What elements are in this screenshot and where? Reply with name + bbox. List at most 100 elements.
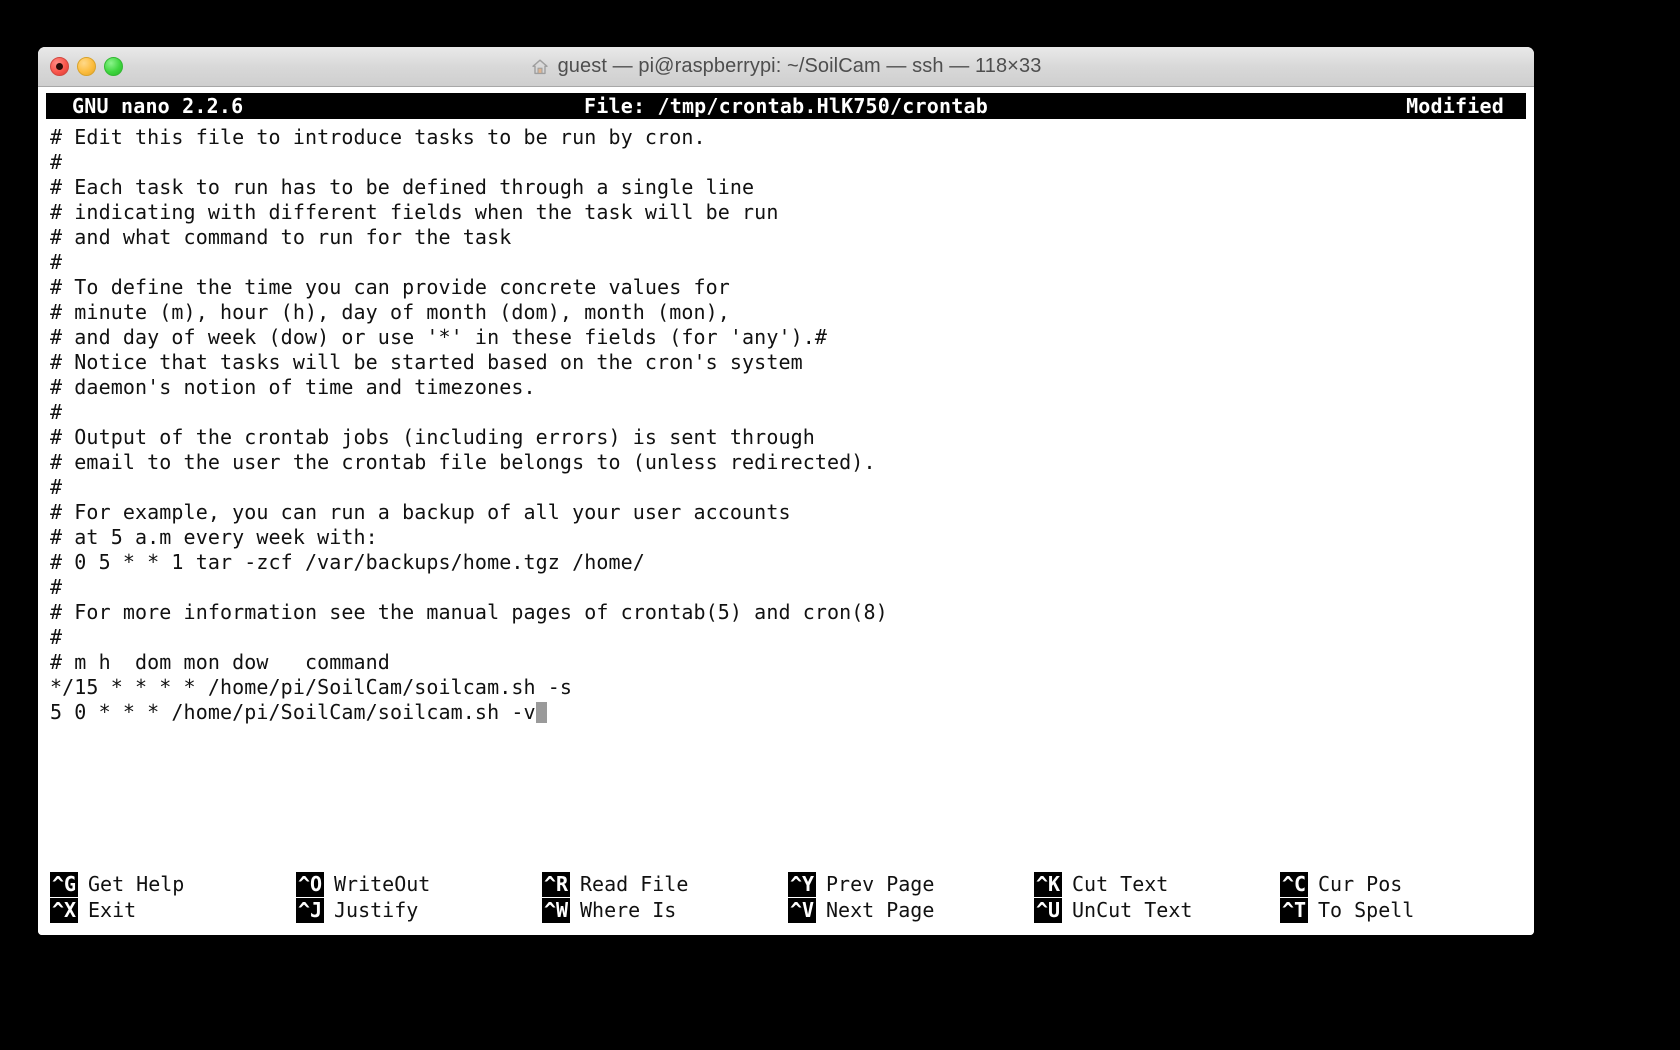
editor-line[interactable]: #: [46, 575, 1526, 600]
editor-line[interactable]: #: [46, 625, 1526, 650]
nano-shortcut-bar: ^G Get Help ^X Exit ^O WriteOut ^J Justify ^R Rea…: [46, 869, 1526, 927]
shortcut-prev-page[interactable]: ^Y Prev Page: [788, 871, 1034, 897]
editor-line-text: # and day of week (dow) or use '*' in th…: [50, 325, 828, 349]
shortcut-key: ^G: [50, 871, 78, 897]
editor-line[interactable]: # Each task to run has to be defined thr…: [46, 175, 1526, 200]
shortcut-get-help[interactable]: ^G Get Help: [50, 871, 296, 897]
editor-line[interactable]: # Edit this file to introduce tasks to b…: [46, 125, 1526, 150]
editor-line[interactable]: #: [46, 475, 1526, 500]
editor-line[interactable]: # Output of the crontab jobs (including …: [46, 425, 1526, 450]
editor-line[interactable]: # email to the user the crontab file bel…: [46, 450, 1526, 475]
text-cursor: [535, 702, 547, 723]
editor-line[interactable]: # m h dom mon dow command: [46, 650, 1526, 675]
editor-line[interactable]: #: [46, 150, 1526, 175]
shortcut-column: ^C Cur Pos ^T To Spell: [1280, 871, 1526, 923]
terminal-frame: GNU nano 2.2.6 File: /tmp/crontab.HlK750…: [38, 87, 1534, 935]
editor-line-text: # For example, you can run a backup of a…: [50, 500, 791, 524]
shortcut-label: Justify: [334, 898, 419, 922]
editor-line-text: 5 0 * * * /home/pi/SoilCam/soilcam.sh -v: [50, 700, 536, 724]
editor-line-text: #: [50, 625, 63, 649]
shortcut-key: ^Y: [788, 871, 816, 897]
editor-line-text: # 0 5 * * 1 tar -zcf /var/backups/home.t…: [50, 550, 645, 574]
shortcut-label: Where Is: [580, 898, 677, 922]
editor-line-text: # Output of the crontab jobs (including …: [50, 425, 815, 449]
nano-status-bar: GNU nano 2.2.6 File: /tmp/crontab.HlK750…: [46, 93, 1526, 119]
editor-line-text: #: [50, 400, 63, 424]
shortcut-key: ^O: [296, 871, 324, 897]
shortcut-column: ^K Cut Text ^U UnCut Text: [1034, 871, 1280, 923]
editor-line-text: # and what command to run for the task: [50, 225, 512, 249]
editor-line-text: # daemon's notion of time and timezones.: [50, 375, 536, 399]
editor-line-text: #: [50, 250, 63, 274]
shortcut-key: ^W: [542, 897, 570, 923]
editor-line[interactable]: 5 0 * * * /home/pi/SoilCam/soilcam.sh -v: [46, 700, 1526, 725]
shortcut-where-is[interactable]: ^W Where Is: [542, 897, 788, 923]
shortcut-column: ^R Read File ^W Where Is: [542, 871, 788, 923]
editor-line-text: # For more information see the manual pa…: [50, 600, 888, 624]
window-title: guest — pi@raspberrypi: ~/SoilCam — ssh …: [38, 55, 1534, 78]
editor-line-text: */15 * * * * /home/pi/SoilCam/soilcam.sh…: [50, 675, 573, 699]
editor-line[interactable]: # at 5 a.m every week with:: [46, 525, 1526, 550]
shortcut-label: Cur Pos: [1318, 872, 1403, 896]
nano-editor-area[interactable]: # Edit this file to introduce tasks to b…: [46, 119, 1526, 869]
desktop-background: guest — pi@raspberrypi: ~/SoilCam — ssh …: [0, 0, 1680, 1050]
shortcut-key: ^K: [1034, 871, 1062, 897]
editor-line-text: # email to the user the crontab file bel…: [50, 450, 876, 474]
shortcut-label: Prev Page: [826, 872, 935, 896]
shortcut-label: To Spell: [1318, 898, 1415, 922]
editor-line[interactable]: # For more information see the manual pa…: [46, 600, 1526, 625]
shortcut-key: ^T: [1280, 897, 1308, 923]
editor-line[interactable]: #: [46, 250, 1526, 275]
shortcut-label: Cut Text: [1072, 872, 1169, 896]
editor-line[interactable]: # and day of week (dow) or use '*' in th…: [46, 325, 1526, 350]
shortcut-cur-pos[interactable]: ^C Cur Pos: [1280, 871, 1526, 897]
editor-line[interactable]: # To define the time you can provide con…: [46, 275, 1526, 300]
editor-line[interactable]: #: [46, 400, 1526, 425]
editor-line[interactable]: # indicating with different fields when …: [46, 200, 1526, 225]
shortcut-next-page[interactable]: ^V Next Page: [788, 897, 1034, 923]
editor-line[interactable]: */15 * * * * /home/pi/SoilCam/soilcam.sh…: [46, 675, 1526, 700]
shortcut-key: ^V: [788, 897, 816, 923]
editor-line-text: #: [50, 475, 63, 499]
shortcut-to-spell[interactable]: ^T To Spell: [1280, 897, 1526, 923]
nano-file-label: File: /tmp/crontab.HlK750/crontab: [584, 94, 988, 118]
shortcut-read-file[interactable]: ^R Read File: [542, 871, 788, 897]
editor-line-text: # To define the time you can provide con…: [50, 275, 730, 299]
editor-line[interactable]: # 0 5 * * 1 tar -zcf /var/backups/home.t…: [46, 550, 1526, 575]
shortcut-key: ^U: [1034, 897, 1062, 923]
nano-modified-badge: Modified: [1406, 94, 1504, 118]
shortcut-justify[interactable]: ^J Justify: [296, 897, 542, 923]
shortcut-key: ^R: [542, 871, 570, 897]
shortcut-label: UnCut Text: [1072, 898, 1193, 922]
shortcut-cut-text[interactable]: ^K Cut Text: [1034, 871, 1280, 897]
editor-line[interactable]: # minute (m), hour (h), day of month (do…: [46, 300, 1526, 325]
editor-line-text: #: [50, 575, 63, 599]
editor-line[interactable]: # For example, you can run a backup of a…: [46, 500, 1526, 525]
shortcut-key: ^C: [1280, 871, 1308, 897]
editor-line[interactable]: # and what command to run for the task: [46, 225, 1526, 250]
editor-line[interactable]: # daemon's notion of time and timezones.: [46, 375, 1526, 400]
shortcut-writeout[interactable]: ^O WriteOut: [296, 871, 542, 897]
editor-line-text: # m h dom mon dow command: [50, 650, 390, 674]
shortcut-uncut-text[interactable]: ^U UnCut Text: [1034, 897, 1280, 923]
shortcut-label: WriteOut: [334, 872, 431, 896]
window-controls: [50, 47, 123, 86]
shortcut-column: ^G Get Help ^X Exit: [50, 871, 296, 923]
minimize-button[interactable]: [77, 57, 96, 76]
editor-line[interactable]: # Notice that tasks will be started base…: [46, 350, 1526, 375]
close-button[interactable]: [50, 57, 69, 76]
window-title-text: guest — pi@raspberrypi: ~/SoilCam — ssh …: [557, 55, 1042, 77]
shortcut-column: ^O WriteOut ^J Justify: [296, 871, 542, 923]
terminal-screen[interactable]: GNU nano 2.2.6 File: /tmp/crontab.HlK750…: [46, 93, 1526, 927]
window-titlebar[interactable]: guest — pi@raspberrypi: ~/SoilCam — ssh …: [38, 47, 1534, 87]
shortcut-label: Get Help: [88, 872, 185, 896]
home-icon: [531, 58, 549, 76]
editor-line-text: # indicating with different fields when …: [50, 200, 779, 224]
shortcut-key: ^X: [50, 897, 78, 923]
shortcut-label: Read File: [580, 872, 689, 896]
editor-line-text: # minute (m), hour (h), day of month (do…: [50, 300, 730, 324]
maximize-button[interactable]: [104, 57, 123, 76]
shortcut-column: ^Y Prev Page ^V Next Page: [788, 871, 1034, 923]
shortcut-label: Exit: [88, 898, 137, 922]
shortcut-exit[interactable]: ^X Exit: [50, 897, 296, 923]
